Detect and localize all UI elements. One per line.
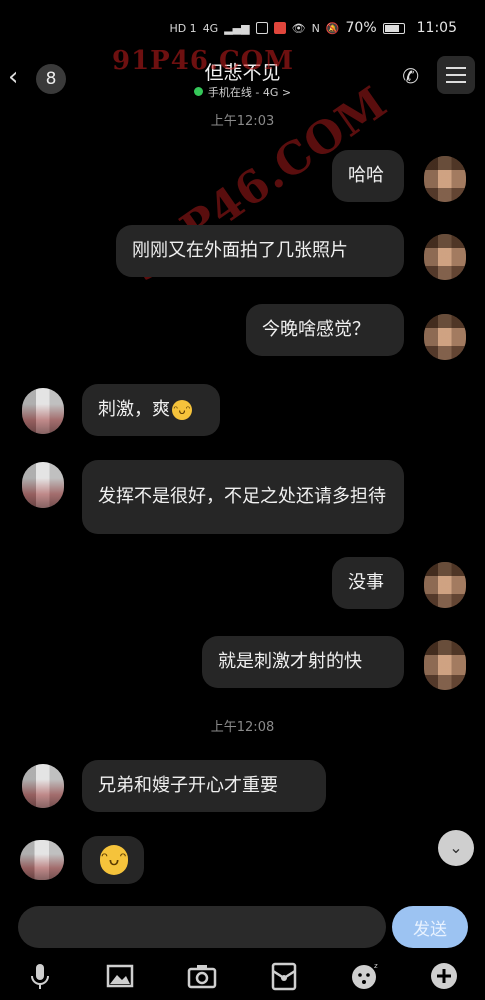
message-bubble[interactable]: 没事 (332, 557, 404, 609)
camera-icon[interactable] (186, 960, 218, 992)
message-bubble[interactable]: 发挥不是很好，不足之处还请多担待 (82, 460, 404, 534)
clock: 11:05 (416, 20, 457, 36)
app-notification-icon (255, 22, 268, 34)
eye-icon: 👁 (291, 21, 306, 35)
avatar[interactable] (22, 764, 64, 808)
phone-icon[interactable]: ✆ (402, 64, 419, 88)
app-notification-red-icon (273, 22, 286, 34)
avatar[interactable] (22, 388, 64, 434)
message-bubble[interactable]: 刚刚又在外面拍了几张照片 (116, 225, 404, 277)
avatar[interactable] (424, 234, 466, 280)
send-button[interactable]: 发送 (392, 906, 468, 948)
message-text: 哈哈 (348, 165, 384, 186)
message-input[interactable] (18, 906, 386, 948)
online-dot-icon (193, 87, 203, 96)
grin-emoji-icon: ᵔᴗᵔ (172, 400, 192, 420)
message-text: 今晚啥感觉？ (262, 319, 370, 340)
battery-icon (382, 22, 405, 34)
avatar[interactable] (20, 840, 64, 880)
red-packet-icon[interactable] (268, 960, 300, 992)
plus-icon[interactable] (428, 960, 460, 992)
message-text: 刚刚又在外面拍了几张照片 (132, 240, 348, 261)
status-icons: HD 1 4G ▂▄▆ 👁 N 🔕 70% 11:05 (169, 20, 457, 36)
mic-icon[interactable] (24, 960, 56, 992)
avatar[interactable] (424, 562, 466, 608)
input-toolbar: z (0, 958, 485, 994)
contact-status-text: 手机在线 - 4G > (207, 86, 292, 99)
battery-percent: 70% (345, 20, 377, 36)
message-bubble[interactable]: 哈哈 (332, 150, 404, 202)
signal-4g-label: 4G (202, 21, 219, 35)
avatar[interactable] (424, 640, 466, 690)
message-text: 就是刺激才射的快 (218, 651, 362, 672)
avatar[interactable] (424, 156, 466, 202)
emoji-icon[interactable]: z (348, 960, 380, 992)
svg-text:z: z (374, 962, 378, 970)
mute-icon: 🔕 (325, 21, 340, 35)
nfc-icon: N (311, 21, 320, 35)
message-bubble[interactable]: 兄弟和嫂子开心才重要 (82, 760, 326, 812)
message-text: 没事 (348, 572, 384, 593)
watermark-logo: 91P46.COM (112, 46, 295, 76)
message-text: 兄弟和嫂子开心才重要 (98, 775, 278, 796)
avatar[interactable] (22, 462, 64, 508)
signal-icon: ▂▄▆ (224, 21, 250, 35)
scroll-down-icon[interactable]: ⌄ (438, 830, 474, 866)
message-text: 刺激，爽 (98, 399, 170, 420)
message-bubble[interactable]: 刺激，爽 ᵔᴗᵔ (82, 384, 220, 436)
message-bubble[interactable]: ᵔᴗᵔ (82, 836, 144, 884)
grin-emoji-icon: ᵔᴗᵔ (100, 845, 128, 875)
timestamp: 上午12:03 (210, 114, 275, 129)
avatar[interactable] (424, 314, 466, 360)
message-bubble[interactable]: 今晚啥感觉？ (246, 304, 404, 356)
hd1-label: HD 1 (169, 21, 197, 35)
timestamp: 上午12:08 (210, 720, 275, 735)
message-text: 发挥不是很好，不足之处还请多担待 (98, 486, 386, 507)
menu-icon[interactable] (437, 56, 475, 94)
message-bubble[interactable]: 就是刺激才射的快 (202, 636, 404, 688)
image-icon[interactable] (104, 960, 136, 992)
